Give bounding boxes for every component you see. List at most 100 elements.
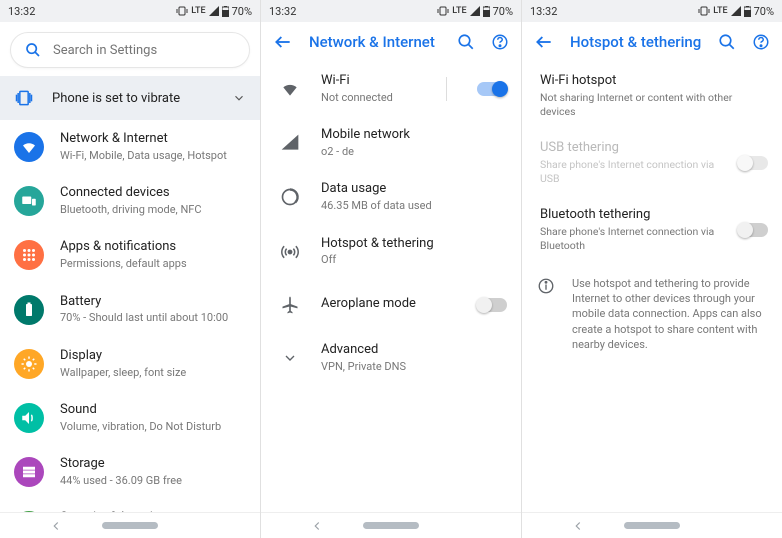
item-sub: Volume, vibration, Do Not Disturb <box>60 420 246 434</box>
status-battery: 70% <box>493 5 513 18</box>
bluetooth-tethering-item[interactable]: Bluetooth tetheringShare phone's Interne… <box>522 196 782 263</box>
status-bar: 13:32 LTE 70% <box>261 0 521 22</box>
page-title: Network & Internet <box>309 33 441 51</box>
sidebar-item-apps[interactable]: Apps & notificationsPermissions, default… <box>0 228 260 282</box>
signal-icon <box>731 6 741 16</box>
battery-icon-item <box>20 301 38 319</box>
storage-icon <box>20 463 38 481</box>
settings-main-screen: 13:32 LTE 70% Phone is set to vibrate Ne… <box>0 0 261 538</box>
search-input[interactable] <box>53 43 235 58</box>
usb-tethering-item: USB tetheringShare phone's Internet conn… <box>522 129 782 196</box>
item-title: Wi-Fi hotspot <box>540 73 768 90</box>
sidebar-item-storage[interactable]: Storage44% used - 36.09 GB free <box>0 445 260 499</box>
wifi-icon <box>280 79 300 99</box>
back-arrow-icon[interactable] <box>273 32 293 52</box>
vibrate-banner[interactable]: Phone is set to vibrate <box>0 76 260 120</box>
apps-icon <box>20 246 38 264</box>
status-bar: 13:32 LTE 70% <box>522 0 782 22</box>
advanced-item[interactable]: AdvancedVPN, Private DNS <box>261 331 521 385</box>
bluetooth-tethering-toggle[interactable] <box>738 223 768 237</box>
battery-icon <box>744 6 751 17</box>
status-battery: 70% <box>232 5 252 18</box>
nav-back-icon[interactable] <box>49 519 63 533</box>
item-title: USB tethering <box>540 140 722 157</box>
sidebar-item-network[interactable]: Network & InternetWi-Fi, Mobile, Data us… <box>0 120 260 174</box>
item-title: Sound <box>60 402 246 419</box>
vibrate-status-icon <box>176 6 188 16</box>
hotspot-item[interactable]: Hotspot & tetheringOff <box>261 225 521 279</box>
item-sub: Permissions, default apps <box>60 257 246 271</box>
nav-bar <box>0 512 260 538</box>
help-icon[interactable] <box>752 33 770 51</box>
vibrate-icon <box>14 88 34 108</box>
hotspot-tethering-screen: 13:32 LTE 70% Hotspot & tethering Wi-Fi … <box>522 0 782 538</box>
item-title: Display <box>60 348 246 365</box>
help-icon[interactable] <box>491 33 509 51</box>
airplane-item[interactable]: Aeroplane mode <box>261 279 521 331</box>
search-icon[interactable] <box>457 33 475 51</box>
item-sub: Not connected <box>321 91 430 105</box>
devices-icon <box>20 192 38 210</box>
item-title: Aeroplane mode <box>321 296 461 313</box>
brightness-icon <box>20 355 38 373</box>
nav-home-pill[interactable] <box>102 522 158 529</box>
page-title: Hotspot & tethering <box>570 33 702 51</box>
nav-home-pill[interactable] <box>363 522 419 529</box>
chevron-down-icon <box>232 91 246 105</box>
status-time: 13:32 <box>530 5 557 18</box>
nav-back-icon[interactable] <box>310 519 324 533</box>
vibrate-status-icon <box>437 6 449 16</box>
vibrate-label: Phone is set to vibrate <box>52 91 214 106</box>
nav-home-pill[interactable] <box>624 522 680 529</box>
header: Hotspot & tethering <box>522 22 782 62</box>
item-sub: 46.35 MB of data used <box>321 199 507 213</box>
search-icon[interactable] <box>718 33 736 51</box>
item-sub: o2 - de <box>321 145 507 159</box>
search-settings[interactable] <box>10 32 250 68</box>
wifi-hotspot-item[interactable]: Wi-Fi hotspotNot sharing Internet or con… <box>522 62 782 129</box>
item-title: Data usage <box>321 181 507 198</box>
battery-icon <box>222 6 229 17</box>
info-icon <box>537 277 555 295</box>
mobile-network-item[interactable]: Mobile networko2 - de <box>261 116 521 170</box>
sidebar-item-display[interactable]: DisplayWallpaper, sleep, font size <box>0 337 260 391</box>
item-title: Storage <box>60 456 246 473</box>
status-lte: LTE <box>191 6 205 16</box>
signal-icon <box>470 6 480 16</box>
sidebar-item-security[interactable]: Security & locationPlay Protect, screen … <box>0 499 260 512</box>
wifi-icon <box>20 138 38 156</box>
usb-tethering-toggle <box>738 156 768 170</box>
status-bar: 13:32 LTE 70% <box>0 0 260 22</box>
airplane-icon <box>280 295 300 315</box>
sidebar-item-sound[interactable]: SoundVolume, vibration, Do Not Disturb <box>0 391 260 445</box>
sidebar-item-connected[interactable]: Connected devicesBluetooth, driving mode… <box>0 174 260 228</box>
sidebar-item-battery[interactable]: Battery70% - Should last until about 10:… <box>0 283 260 337</box>
item-title: Connected devices <box>60 185 246 202</box>
item-sub: Not sharing Internet or content with oth… <box>540 91 768 118</box>
nav-bar <box>522 512 782 538</box>
volume-icon <box>20 409 38 427</box>
chevron-down-icon <box>282 350 298 366</box>
wifi-toggle[interactable] <box>477 82 507 96</box>
item-title: Advanced <box>321 342 507 359</box>
item-sub: Share phone's Internet connection via US… <box>540 158 722 185</box>
status-lte: LTE <box>452 6 466 16</box>
status-lte: LTE <box>713 6 727 16</box>
item-title: Battery <box>60 294 246 311</box>
airplane-toggle[interactable] <box>477 298 507 312</box>
item-sub: VPN, Private DNS <box>321 360 507 374</box>
back-arrow-icon[interactable] <box>534 32 554 52</box>
item-sub: Share phone's Internet connection via Bl… <box>540 225 722 252</box>
network-internet-screen: 13:32 LTE 70% Network & Internet Wi-FiNo… <box>261 0 522 538</box>
item-title: Hotspot & tethering <box>321 236 507 253</box>
info-text: Use hotspot and tethering to provide Int… <box>572 276 768 353</box>
item-sub: Wallpaper, sleep, font size <box>60 366 246 380</box>
nav-back-icon[interactable] <box>571 519 585 533</box>
vibrate-status-icon <box>698 6 710 16</box>
data-usage-item[interactable]: Data usage46.35 MB of data used <box>261 170 521 224</box>
info-row: Use hotspot and tethering to provide Int… <box>522 264 782 365</box>
status-time: 13:32 <box>8 5 35 18</box>
signal-icon <box>209 6 219 16</box>
search-icon <box>25 42 41 58</box>
wifi-item[interactable]: Wi-FiNot connected <box>261 62 521 116</box>
